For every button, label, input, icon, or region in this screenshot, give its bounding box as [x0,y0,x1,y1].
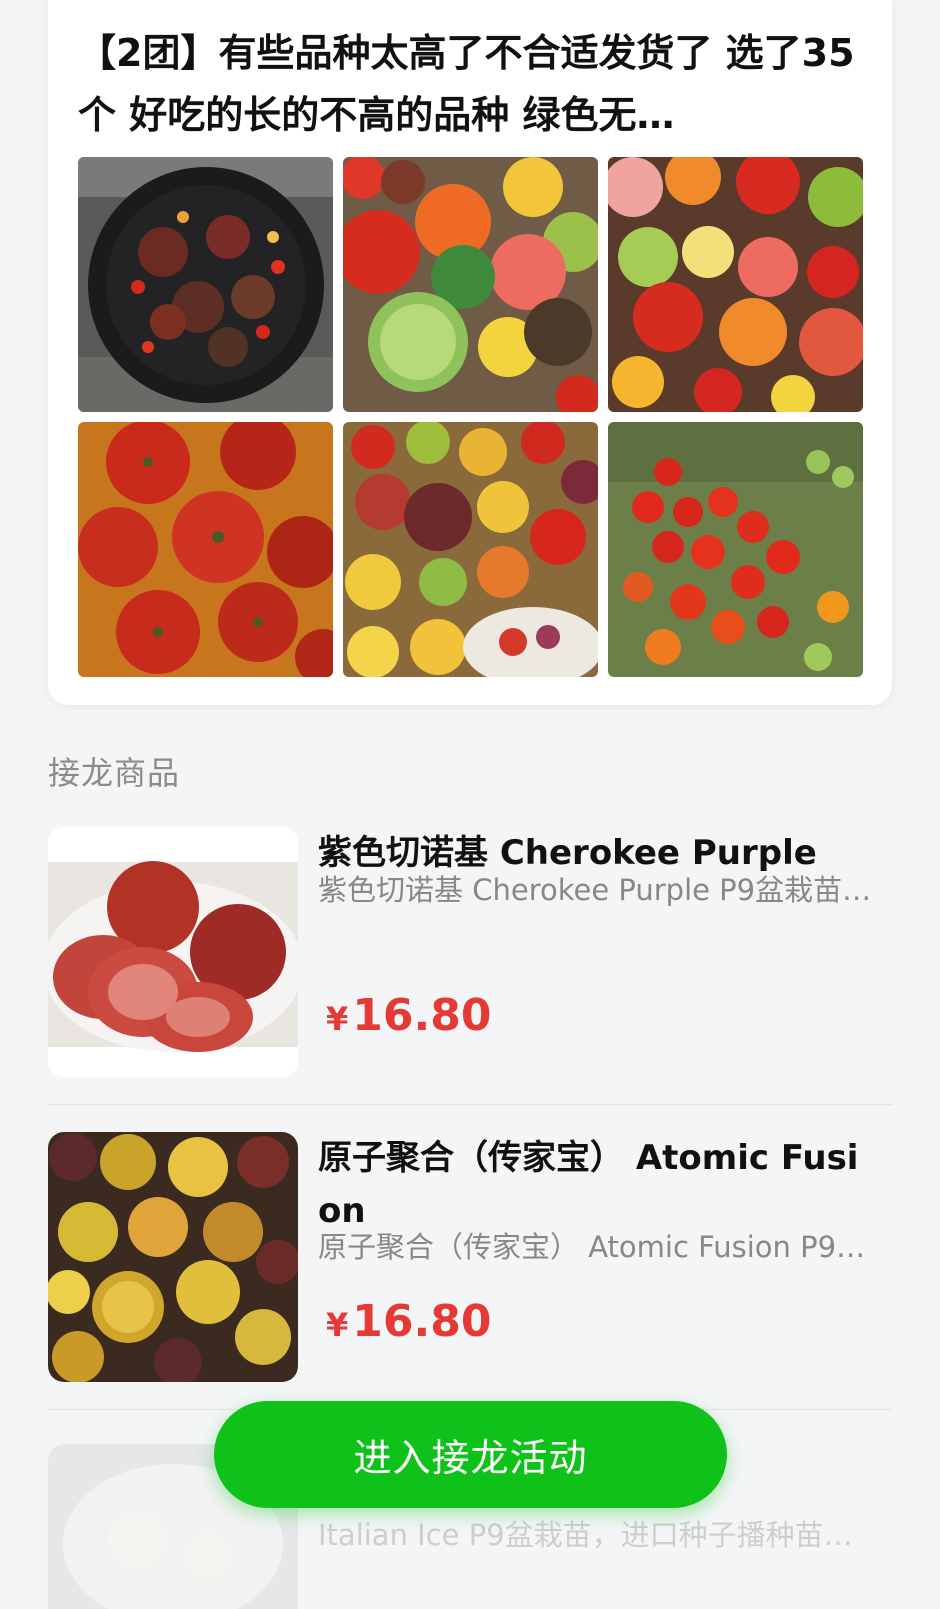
divider [48,1104,892,1105]
product-item-atomic-fusion[interactable]: 原子聚合（传家宝） Atomic Fusion 原子聚合（传家宝） Atomic… [48,1132,892,1382]
price-value: 16.80 [352,1296,492,1347]
heirloom-tomatoes-sliced-icon [343,157,598,412]
product-name: 原子聚合（传家宝） Atomic Fusion [318,1138,859,1231]
gallery-image-1[interactable] [78,157,333,412]
product-description: 原子聚合（传家宝） Atomic Fusion P9盆栽苗… [318,1230,878,1264]
gallery-image-6[interactable] [608,422,863,677]
product-description: 紫色切诺基 Cherokee Purple P9盆栽苗，进口种子播种苗… [318,873,878,907]
roasted-tomatoes-icon [78,422,333,677]
mixed-tomatoes-icon [608,157,863,412]
post-title: 【2团】有些品种太高了不合适发货了 选了35个 好吃的长的不高的品种 绿色无… [78,31,855,137]
tomatoes-in-black-bowl-icon [78,157,333,412]
product-description: Italian Ice P9盆栽苗，进口种子播种苗… [318,1518,853,1552]
currency-symbol: ¥ [326,1000,349,1038]
cherokee-purple-tomato-icon [48,827,298,1077]
product-price: ¥16.80 [326,1296,491,1347]
product-image [48,827,298,1077]
gallery-image-3[interactable] [608,157,863,412]
gallery-image-4[interactable] [78,422,333,677]
price-value: 16.80 [352,990,492,1041]
product-price: ¥16.80 [326,990,491,1041]
section-title: 接龙商品 [48,754,181,792]
product-image [48,1132,298,1382]
enter-activity-button[interactable]: 进入接龙活动 [214,1401,727,1508]
currency-symbol: ¥ [326,1306,349,1344]
assorted-heirloom-tomatoes-icon [343,422,598,677]
product-item-cherokee-purple[interactable]: 紫色切诺基 Cherokee Purple 紫色切诺基 Cherokee Pur… [48,827,892,1077]
atomic-fusion-tomato-icon [48,1132,298,1382]
gallery-image-2[interactable] [343,157,598,412]
gallery-image-5[interactable] [343,422,598,677]
cherry-tomato-vine-icon [608,422,863,677]
